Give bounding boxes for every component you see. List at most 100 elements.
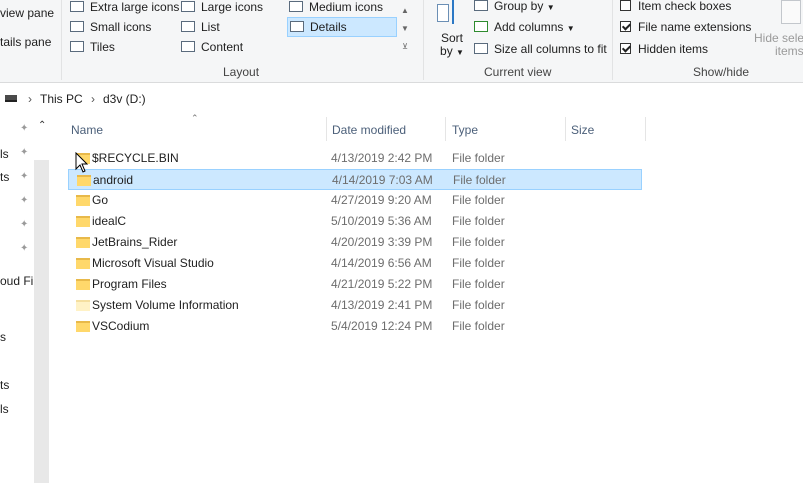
- file-row[interactable]: $RECYCLE.BIN 4/13/2019 2:42 PM File folder: [68, 148, 642, 169]
- column-divider[interactable]: [445, 117, 446, 141]
- file-type: File folder: [452, 151, 505, 165]
- file-row[interactable]: VSCodium 5/4/2019 12:24 PM File folder: [68, 316, 642, 337]
- chevron-up-icon[interactable]: ▲: [398, 2, 412, 20]
- size-all-columns-button[interactable]: Size all columns to fit: [474, 40, 607, 58]
- layout-large-icons[interactable]: Large icons: [181, 0, 263, 16]
- chevron-right-icon: ›: [28, 92, 32, 106]
- file-type: File folder: [452, 193, 505, 207]
- pin-icon[interactable]: ✦: [20, 172, 28, 182]
- large-icons-icon: [181, 1, 195, 12]
- hide-selected-items-icon: [779, 0, 803, 28]
- item-check-boxes-checkbox[interactable]: [620, 0, 631, 11]
- file-date-modified: 4/14/2019 6:56 AM: [331, 256, 432, 270]
- file-row[interactable]: Go 4/27/2019 9:20 AM File folder: [68, 190, 642, 211]
- tiles-icon: [70, 41, 84, 52]
- pin-icon[interactable]: ✦: [20, 244, 28, 254]
- folder-icon: [77, 175, 91, 186]
- file-name-extensions-checkbox[interactable]: [620, 21, 631, 32]
- group-by-icon: [474, 0, 488, 11]
- column-header-type[interactable]: Type: [452, 123, 478, 137]
- folder-icon: [76, 216, 90, 227]
- nav-item[interactable]: oud Fil: [0, 274, 36, 288]
- hidden-items-checkbox[interactable]: [620, 43, 631, 54]
- layout-content[interactable]: Content: [181, 38, 243, 56]
- column-divider[interactable]: [645, 117, 646, 141]
- add-columns-icon: [474, 21, 488, 32]
- sort-ascending-icon: ⌃: [191, 113, 199, 123]
- file-name-extensions-toggle[interactable]: File name extensions: [620, 18, 751, 36]
- medium-icons-icon: [289, 1, 303, 12]
- address-bar[interactable]: › This PC › d3v (D:): [0, 88, 803, 110]
- layout-gallery-scroll[interactable]: ▲ ▼ ⊻: [398, 2, 412, 56]
- layout-group-label: Layout: [223, 65, 260, 79]
- drive-icon: [5, 95, 17, 102]
- current-view-group-label: Current view: [484, 65, 552, 79]
- folder-icon: [76, 195, 90, 206]
- chevron-up-icon[interactable]: ⌃: [38, 120, 46, 131]
- group-by-button[interactable]: Group by ▼: [474, 0, 555, 15]
- expand-gallery-icon[interactable]: ⊻: [398, 38, 412, 56]
- breadcrumb-drive[interactable]: d3v (D:): [103, 88, 146, 110]
- file-name: Go: [92, 193, 109, 207]
- file-type: File folder: [452, 235, 505, 249]
- nav-item[interactable]: ts: [0, 170, 9, 184]
- file-date-modified: 4/14/2019 7:03 AM: [332, 173, 433, 187]
- chevron-down-icon: ▼: [566, 24, 575, 33]
- file-name: $RECYCLE.BIN: [92, 151, 179, 165]
- file-name: idealC: [92, 214, 127, 228]
- mouse-cursor-icon: [75, 152, 89, 173]
- layout-details[interactable]: Details: [287, 17, 397, 37]
- pin-icon[interactable]: ✦: [20, 196, 28, 206]
- file-row[interactable]: Microsoft Visual Studio 4/14/2019 6:56 AM…: [68, 253, 642, 274]
- layout-medium-icons[interactable]: Medium icons: [289, 0, 383, 16]
- file-type: File folder: [452, 298, 505, 312]
- layout-list[interactable]: List: [181, 18, 220, 36]
- file-type: File folder: [452, 256, 505, 270]
- file-row[interactable]: JetBrains_Rider 4/20/2019 3:39 PM File fol…: [68, 232, 642, 253]
- file-date-modified: 4/13/2019 2:42 PM: [331, 151, 433, 165]
- chevron-down-icon[interactable]: ▼: [398, 20, 412, 38]
- nav-item[interactable]: ts: [0, 378, 9, 392]
- nav-item[interactable]: ls: [0, 147, 9, 161]
- ribbon-divider: [61, 0, 62, 80]
- column-divider[interactable]: [326, 117, 327, 141]
- pin-icon[interactable]: ✦: [20, 124, 28, 134]
- breadcrumb-this-pc[interactable]: This PC: [40, 88, 83, 110]
- pin-icon[interactable]: ✦: [20, 220, 28, 230]
- ribbon-divider: [423, 0, 424, 80]
- folder-icon: [76, 321, 90, 332]
- file-name: JetBrains_Rider: [92, 235, 178, 249]
- pin-icon[interactable]: ✦: [20, 148, 28, 158]
- chevron-down-icon: ▼: [456, 48, 464, 57]
- folder-icon: [76, 300, 90, 311]
- file-name: System Volume Information: [92, 298, 239, 312]
- column-header-date-modified[interactable]: Date modified: [332, 123, 406, 137]
- add-columns-button[interactable]: Add columns ▼: [474, 18, 575, 36]
- column-header-name[interactable]: Name: [71, 123, 103, 137]
- file-row[interactable]: android 4/14/2019 7:03 AM File folder: [68, 169, 642, 190]
- file-type: File folder: [452, 319, 505, 333]
- file-row[interactable]: System Volume Information 4/13/2019 2:41 …: [68, 295, 642, 316]
- details-pane-button[interactable]: tails pane: [0, 33, 51, 51]
- layout-tiles[interactable]: Tiles: [70, 38, 115, 56]
- layout-extra-large-icons[interactable]: Extra large icons: [70, 0, 179, 16]
- column-divider[interactable]: [565, 117, 566, 141]
- file-row[interactable]: idealC 5/10/2019 5:36 AM File folder: [68, 211, 642, 232]
- preview-pane-button[interactable]: view pane: [0, 4, 54, 22]
- column-header-size[interactable]: Size: [571, 123, 594, 137]
- hide-selected-items-button[interactable]: Hide selec items: [754, 32, 803, 58]
- extra-large-icons-icon: [70, 1, 84, 12]
- file-row[interactable]: Program Files 4/21/2019 5:22 PM File folde…: [68, 274, 642, 295]
- navigation-scrollbar[interactable]: [34, 160, 49, 483]
- details-icon: [290, 21, 304, 32]
- nav-item[interactable]: ls: [0, 402, 9, 416]
- file-date-modified: 4/13/2019 2:41 PM: [331, 298, 433, 312]
- layout-small-icons[interactable]: Small icons: [70, 18, 151, 36]
- nav-item[interactable]: s: [0, 330, 6, 344]
- hidden-items-toggle[interactable]: Hidden items: [620, 40, 708, 58]
- sort-by-button[interactable]: Sort by ▼: [437, 32, 467, 59]
- file-name: android: [93, 173, 134, 187]
- folder-icon: [76, 258, 90, 269]
- folder-icon: [76, 279, 90, 290]
- item-check-boxes-toggle[interactable]: Item check boxes: [620, 0, 731, 15]
